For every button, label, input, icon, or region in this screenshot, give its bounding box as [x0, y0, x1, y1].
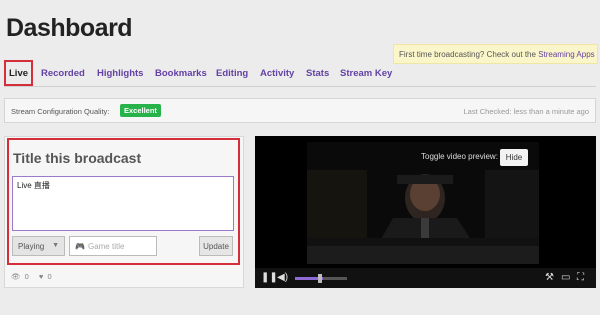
- broadcast-title-form: Title this broadcast Live 直播 Playing ▼ 🎮…: [7, 138, 240, 265]
- playing-select-label: Playing: [18, 242, 45, 251]
- volume-handle[interactable]: [318, 274, 322, 283]
- tab-stats[interactable]: Stats: [306, 60, 329, 86]
- tab-stream-key[interactable]: Stream Key: [340, 60, 392, 86]
- page-title: Dashboard: [6, 14, 133, 42]
- tab-recorded[interactable]: Recorded: [41, 60, 85, 86]
- eye-icon: 👁: [11, 272, 21, 281]
- embedded-player-controls: [307, 246, 539, 264]
- chevron-down-icon: ▼: [52, 242, 59, 249]
- player-control-bar: ❚❚ ◀) ⚒ ▭ ⛶: [255, 268, 596, 288]
- popout-icon[interactable]: ▭: [561, 272, 570, 283]
- quality-status-badge: Excellent: [120, 104, 161, 117]
- update-button[interactable]: Update: [199, 236, 233, 256]
- video-frame: Toggle video preview: Hide: [307, 142, 539, 264]
- video-preview-player[interactable]: Toggle video preview: Hide ❚❚ ◀) ⚒ ▭ ⛶: [255, 136, 596, 288]
- first-time-notice-text: First time broadcasting? Check out the: [399, 50, 539, 59]
- broadcast-title-input[interactable]: Live 直播: [12, 176, 234, 231]
- heart-icon: ♥: [38, 272, 44, 281]
- broadcast-heading: Title this broadcast: [13, 150, 142, 166]
- follower-count: 0: [47, 272, 52, 281]
- toggle-preview-label: Toggle video preview:: [421, 152, 498, 161]
- stream-quality-bar: Stream Configuration Quality: Excellent …: [4, 98, 596, 123]
- hide-preview-button[interactable]: Hide: [500, 149, 528, 166]
- tab-highlights[interactable]: Highlights: [97, 60, 143, 86]
- last-checked-text: Last Checked: less than a minute ago: [463, 107, 590, 116]
- channel-stats: 👁 0 ♥ 0: [11, 272, 54, 281]
- tab-activity[interactable]: Activity: [260, 60, 294, 86]
- quality-label: Stream Configuration Quality:: [11, 107, 110, 116]
- pause-icon[interactable]: ❚❚: [261, 272, 278, 283]
- tab-bookmarks[interactable]: Bookmarks: [155, 60, 207, 86]
- settings-wrench-icon[interactable]: ⚒: [545, 272, 554, 283]
- playing-select[interactable]: Playing ▼: [12, 236, 65, 256]
- tab-live[interactable]: Live: [4, 60, 34, 86]
- game-title-input[interactable]: 🎮 Game title: [69, 236, 157, 256]
- tab-editing[interactable]: Editing: [216, 60, 248, 86]
- fullscreen-icon[interactable]: ⛶: [577, 272, 584, 283]
- dashboard-tabs: Live Recorded Highlights Bookmarks Editi…: [4, 60, 596, 86]
- game-title-placeholder: Game title: [87, 242, 125, 251]
- tabs-divider: [4, 86, 596, 87]
- volume-icon[interactable]: ◀): [277, 272, 288, 283]
- viewer-count: 0: [24, 272, 29, 281]
- gamepad-icon: 🎮: [75, 242, 85, 251]
- broadcast-panel: Title this broadcast Live 直播 Playing ▼ 🎮…: [4, 136, 244, 288]
- streaming-apps-link[interactable]: Streaming Apps: [538, 50, 594, 59]
